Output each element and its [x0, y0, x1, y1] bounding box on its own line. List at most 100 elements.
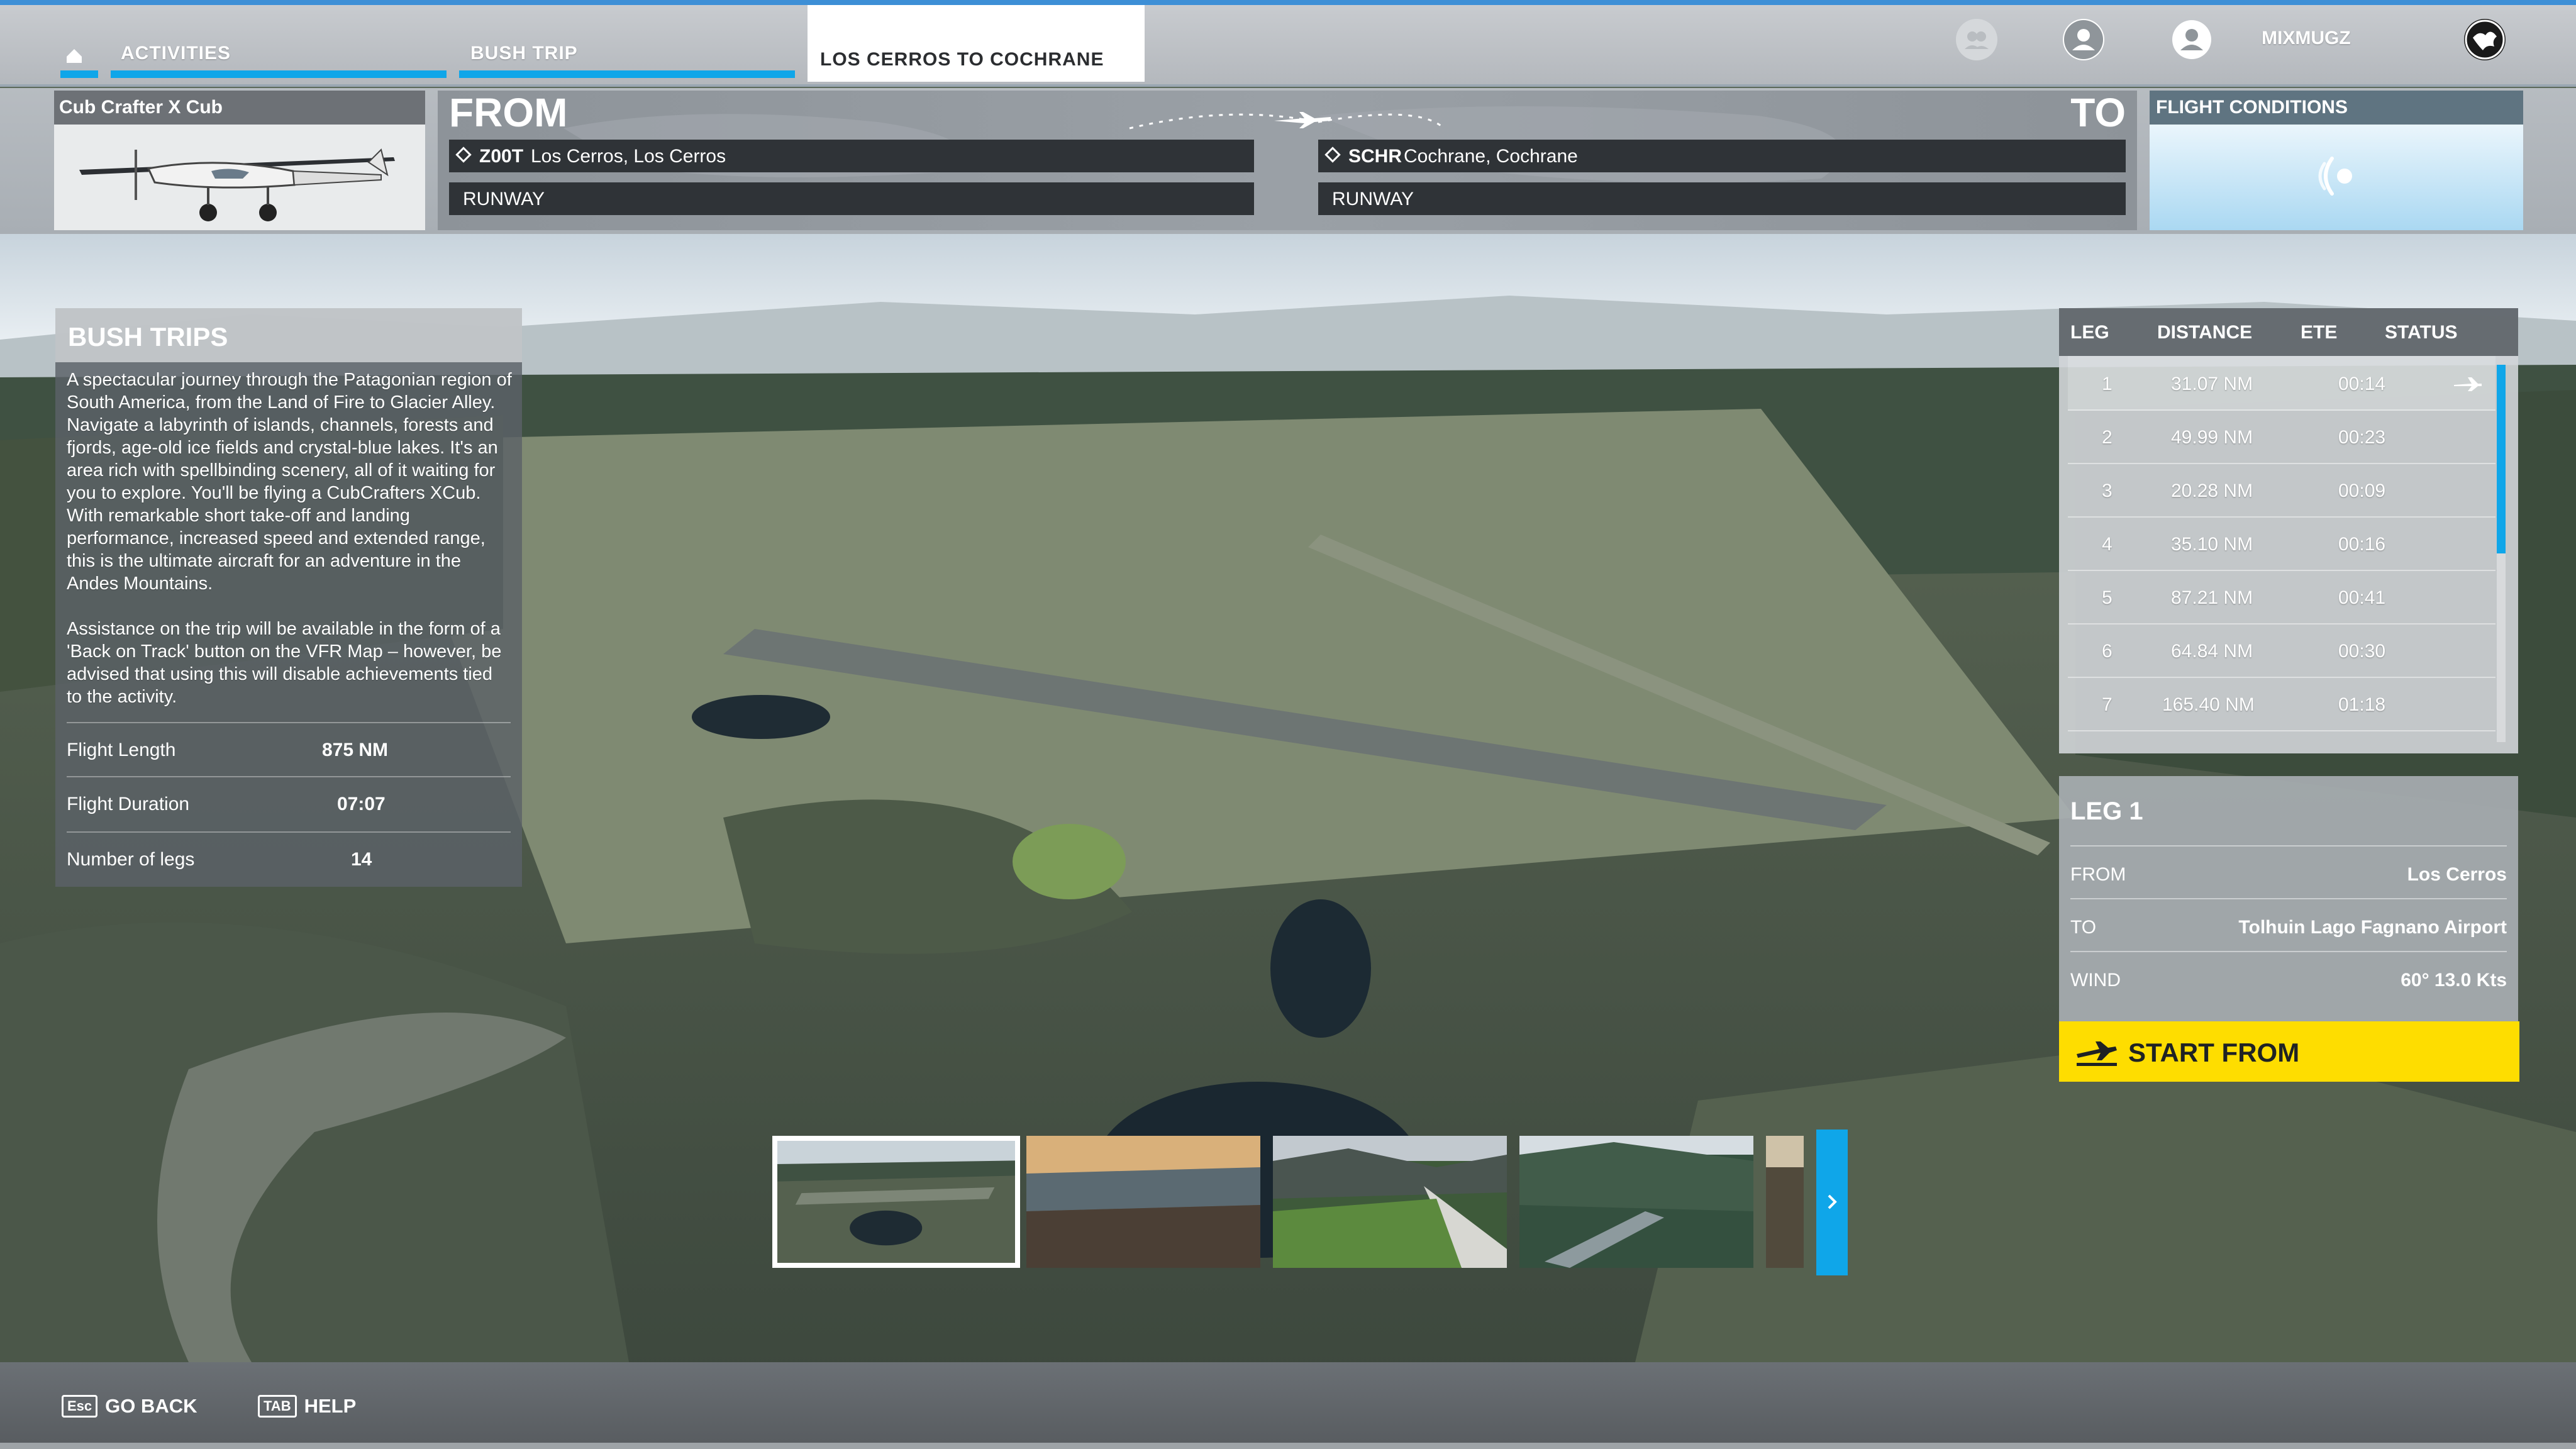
- home-button[interactable]: [60, 40, 98, 78]
- stat-label: Number of legs: [67, 849, 195, 870]
- to-airport-name: Cochrane, Cochrane: [1404, 146, 1578, 167]
- detail-label: FROM: [2070, 864, 2126, 885]
- detail-value: Los Cerros: [2407, 864, 2507, 885]
- legs-table-body[interactable]: 1 31.07 NM 00:14 2 49.99 NM 00:23 3 20.2…: [2068, 356, 2496, 746]
- waypoint-diamond-icon: [1324, 147, 1341, 163]
- leg-number: 6: [2102, 641, 2112, 662]
- help-label: HELP: [304, 1395, 357, 1417]
- leg-number: 4: [2102, 534, 2112, 555]
- legs-table: LEG DISTANCE ETE STATUS 1 31.07 NM 00:14…: [2059, 308, 2518, 753]
- leg-number: 5: [2102, 587, 2112, 608]
- thumbnail-image: [1026, 1136, 1260, 1268]
- to-runway-field[interactable]: RUNWAY: [1318, 182, 2126, 215]
- leg-detail-from: FROM Los Cerros: [2070, 845, 2507, 899]
- weather-icon: [2318, 157, 2352, 196]
- tab-bush-trip-label: BUSH TRIP: [470, 43, 578, 64]
- table-row[interactable]: 1 31.07 NM 00:14: [2068, 356, 2496, 411]
- top-navigation-bar: ACTIVITIES BUSH TRIP LOS CERROS TO COCHR…: [0, 0, 2576, 84]
- avatar-icon: [2172, 20, 2211, 59]
- screenshot-thumbnail-5[interactable]: [1766, 1136, 1804, 1268]
- player-avatar[interactable]: [2464, 19, 2506, 60]
- to-airport-field[interactable]: SCHR Cochrane, Cochrane: [1318, 140, 2126, 172]
- from-airport-field[interactable]: Z00T Los Cerros, Los Cerros: [449, 140, 1254, 172]
- leg-number: 2: [2102, 427, 2112, 448]
- tab-los-cerros-to-cochrane[interactable]: LOS CERROS TO COCHRANE: [808, 5, 1145, 82]
- start-from-button[interactable]: START FROM: [2059, 1021, 2519, 1082]
- tab-activities[interactable]: ACTIVITIES: [111, 0, 447, 78]
- leg-number: 1: [2102, 374, 2112, 394]
- leg-ete: 00:23: [2338, 427, 2386, 448]
- table-row[interactable]: 4 35.10 NM 00:16: [2068, 516, 2496, 571]
- leg-distance: 87.21 NM: [2171, 587, 2253, 608]
- go-back-button[interactable]: Esc GO BACK: [62, 1394, 197, 1419]
- flight-conditions-title: FLIGHT CONDITIONS: [2156, 97, 2348, 118]
- leg-distance: 35.10 NM: [2171, 534, 2253, 555]
- friends-button[interactable]: [1956, 19, 1997, 60]
- detail-label: WIND: [2070, 970, 2121, 991]
- friends-icon: [1965, 31, 1989, 49]
- from-runway-label: RUNWAY: [463, 189, 545, 209]
- col-header-ete: ETE: [2301, 322, 2338, 343]
- leg-distance: 20.28 NM: [2171, 480, 2253, 501]
- from-airport-name: Los Cerros, Los Cerros: [531, 146, 726, 167]
- table-row[interactable]: 7 165.40 NM 01:18: [2068, 677, 2496, 731]
- leg-detail-panel: LEG 1 FROM Los Cerros TO Tolhuin Lago Fa…: [2059, 776, 2518, 1021]
- thumbnails-next-button[interactable]: [1816, 1130, 1848, 1275]
- leg-distance: 165.40 NM: [2162, 694, 2255, 715]
- notifications-button[interactable]: [2171, 19, 2212, 60]
- stat-label: Flight Duration: [67, 794, 190, 814]
- route-panel: FROM TO Z00T Los Cerros, Los Cerros RUNW…: [438, 91, 2137, 230]
- from-label: FROM: [449, 91, 568, 135]
- aircraft-card[interactable]: Cub Crafter X Cub: [54, 91, 425, 230]
- stat-flight-length: Flight Length 875 NM: [67, 722, 511, 777]
- detail-value: Tolhuin Lago Fagnano Airport: [2238, 917, 2507, 938]
- screenshot-thumbnail-4[interactable]: [1519, 1136, 1753, 1268]
- table-row[interactable]: 3 20.28 NM 00:09: [2068, 463, 2496, 518]
- to-airport-code: SCHR: [1348, 146, 1402, 167]
- bottom-bar-edge: [0, 1443, 2576, 1449]
- leg-ete: 00:14: [2338, 374, 2386, 394]
- leg-number: 3: [2102, 480, 2112, 501]
- to-runway-label: RUNWAY: [1332, 189, 1414, 209]
- from-airport-code: Z00T: [479, 146, 524, 167]
- leg-number: 7: [2102, 694, 2112, 715]
- leg-ete: 00:09: [2338, 480, 2386, 501]
- home-tab-underline: [60, 70, 98, 78]
- col-header-leg: LEG: [2070, 322, 2109, 343]
- start-from-label: START FROM: [2128, 1038, 2300, 1067]
- bush-trips-header: BUSH TRIPS: [55, 308, 522, 362]
- flight-conditions-title-bar: FLIGHT CONDITIONS: [2150, 91, 2523, 125]
- takeoff-icon: [2077, 1041, 2117, 1066]
- username[interactable]: MIXMUGZ: [2262, 28, 2351, 49]
- screenshot-thumbnail-3[interactable]: [1273, 1136, 1507, 1268]
- profile-button[interactable]: [2063, 19, 2104, 60]
- leg-detail-wind: WIND 60° 13.0 Kts: [2070, 951, 2507, 1005]
- legs-table-header: LEG DISTANCE ETE STATUS: [2059, 308, 2518, 356]
- legs-scrollbar-thumb[interactable]: [2497, 365, 2506, 553]
- esc-key-icon: Esc: [62, 1395, 98, 1418]
- leg-ete: 00:41: [2338, 587, 2386, 608]
- tab-bush-trip[interactable]: BUSH TRIP: [459, 0, 795, 78]
- leg-distance: 31.07 NM: [2171, 374, 2253, 394]
- route-plane-icon: [1274, 112, 1331, 128]
- screenshot-thumbnail-1[interactable]: [772, 1136, 1020, 1268]
- table-row[interactable]: 5 87.21 NM 00:41: [2068, 570, 2496, 625]
- leg-distance: 49.99 NM: [2171, 427, 2253, 448]
- waypoint-diamond-icon: [455, 147, 472, 163]
- help-button[interactable]: TAB HELP: [258, 1394, 356, 1419]
- leg-detail-to: TO Tolhuin Lago Fagnano Airport: [2070, 898, 2507, 952]
- col-header-distance: DISTANCE: [2157, 322, 2253, 343]
- home-icon: [67, 49, 82, 63]
- table-row[interactable]: 6 64.84 NM 00:30: [2068, 623, 2496, 678]
- leg-ete: 01:18: [2338, 694, 2386, 715]
- thumbnail-image: [777, 1141, 1015, 1263]
- go-back-label: GO BACK: [105, 1395, 197, 1417]
- flight-conditions-panel[interactable]: FLIGHT CONDITIONS: [2150, 91, 2523, 230]
- legs-scrollbar[interactable]: [2497, 365, 2506, 742]
- leg-distance: 64.84 NM: [2171, 641, 2253, 662]
- from-runway-field[interactable]: RUNWAY: [449, 182, 1254, 215]
- table-row[interactable]: 2 49.99 NM 00:23: [2068, 409, 2496, 464]
- aircraft-name: Cub Crafter X Cub: [59, 97, 223, 118]
- screenshot-thumbnail-2[interactable]: [1026, 1136, 1260, 1268]
- tab-bush-trip-underline: [459, 70, 795, 78]
